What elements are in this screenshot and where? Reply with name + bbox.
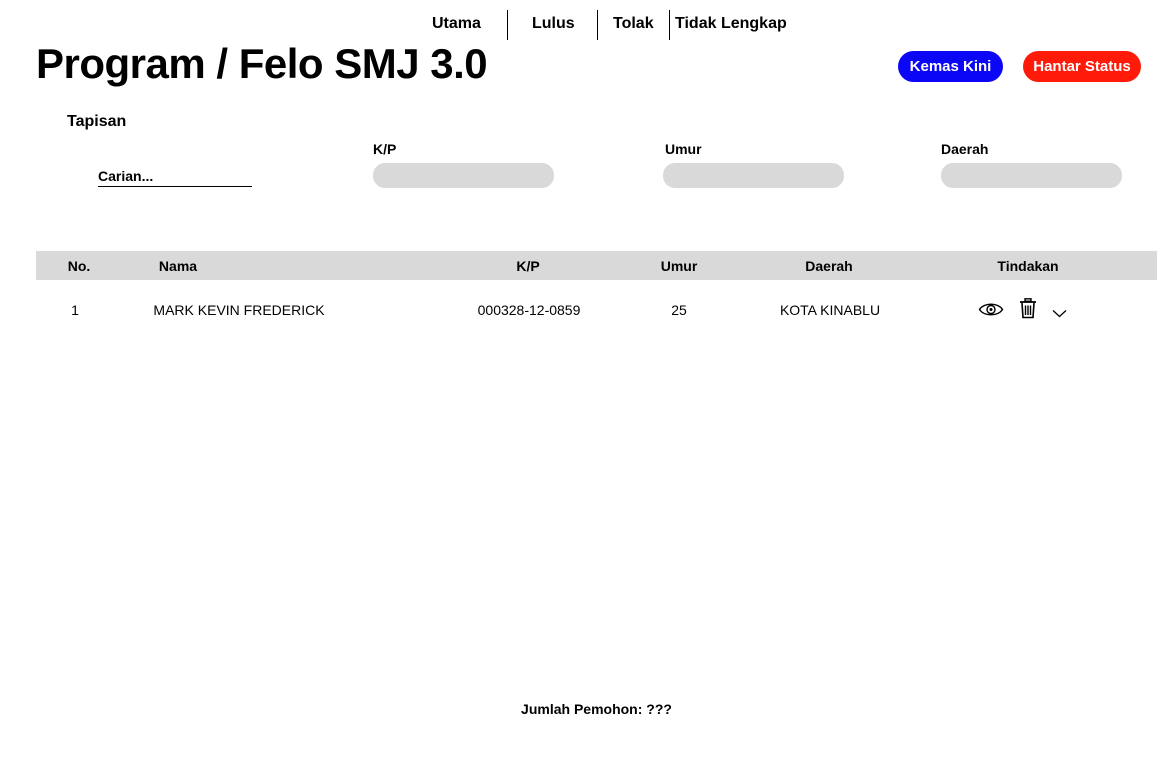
column-header-no: No. <box>67 258 91 274</box>
cell-no: 1 <box>71 302 79 318</box>
filter-label-daerah: Daerah <box>941 141 989 157</box>
nav-divider <box>669 10 670 40</box>
nav-tab-utama[interactable]: Utama <box>432 15 481 33</box>
filter-heading: Tapisan <box>67 113 127 130</box>
chevron-down-icon[interactable] <box>1052 305 1067 323</box>
filter-kp-select[interactable] <box>373 163 554 188</box>
search-input[interactable] <box>98 166 252 187</box>
column-header-tindakan: Tindakan <box>997 258 1059 274</box>
nav-tab-tolak[interactable]: Tolak <box>613 15 654 33</box>
filter-label-kp: K/P <box>373 141 397 157</box>
table-header <box>36 251 1157 280</box>
filter-daerah-select[interactable] <box>941 163 1122 188</box>
cell-umur: 25 <box>671 302 687 318</box>
filter-umur-select[interactable] <box>663 163 844 188</box>
trash-icon[interactable] <box>1019 298 1037 324</box>
cell-nama: MARK KEVIN FREDERICK <box>153 302 325 318</box>
column-header-umur: Umur <box>660 258 698 274</box>
filter-label-umur: Umur <box>665 141 702 157</box>
nav-divider <box>507 10 508 40</box>
eye-icon[interactable] <box>978 301 1004 323</box>
column-header-kp: K/P <box>516 258 540 274</box>
nav-divider <box>597 10 598 40</box>
nav-tab-tidak-lengkap[interactable]: Tidak Lengkap <box>675 15 787 33</box>
update-button[interactable]: Kemas Kini <box>898 51 1003 82</box>
column-header-nama: Nama <box>158 258 198 274</box>
send-status-button[interactable]: Hantar Status <box>1023 51 1141 82</box>
nav-tab-lulus[interactable]: Lulus <box>532 15 575 33</box>
page-title: Program / Felo SMJ 3.0 <box>36 40 488 87</box>
applicant-count: Jumlah Pemohon: ??? <box>521 701 672 717</box>
cell-kp: 000328-12-0859 <box>477 302 581 318</box>
column-header-daerah: Daerah <box>805 258 853 274</box>
cell-daerah: KOTA KINABLU <box>779 302 881 318</box>
